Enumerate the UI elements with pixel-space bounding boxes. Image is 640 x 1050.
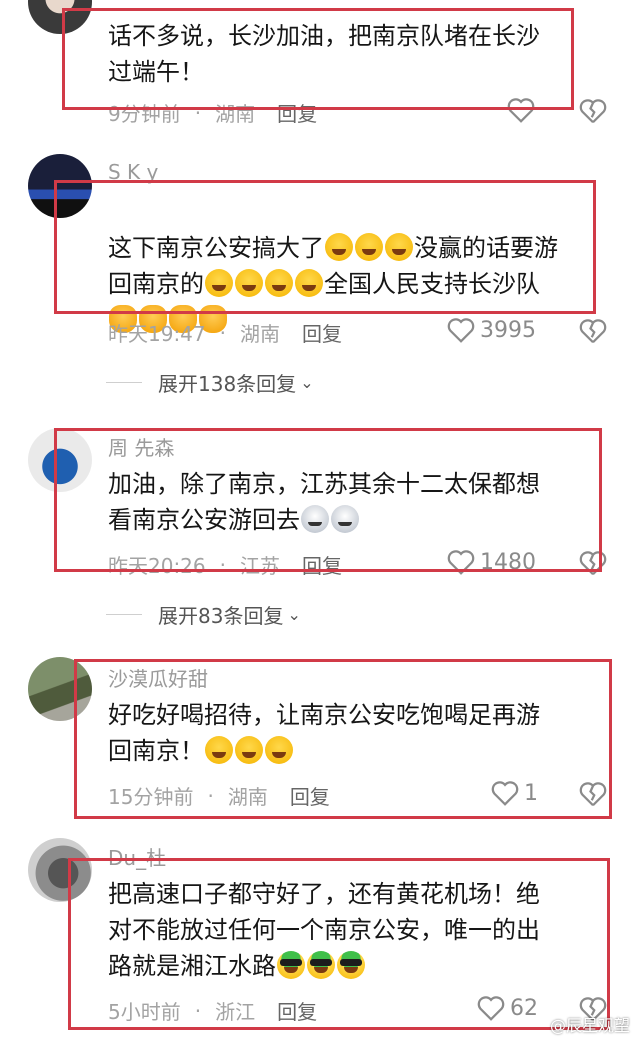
comment-text-part: 这下南京公安搞大了 <box>108 234 324 262</box>
like-count: 1480 <box>480 549 536 575</box>
like-count: 3995 <box>480 317 536 343</box>
comment-time: 5小时前 <box>108 1000 181 1024</box>
yawn-emoji-icon <box>385 233 413 261</box>
comment-meta: 5小时前 · 浙江 回复 <box>108 996 317 1025</box>
comment-meta: 昨天19:47 · 湖南 回复 <box>108 318 342 347</box>
comment-text: 好吃好喝招待，让南京公安吃饱喝足再游 回南京！ <box>108 697 608 769</box>
like-button[interactable]: 1 <box>490 779 538 807</box>
like-button[interactable] <box>506 96 540 124</box>
comment-text-part: 全国人民支持长沙队 <box>324 270 540 298</box>
reply-button[interactable]: 回复 <box>302 318 342 347</box>
comment-region: 浙江 <box>215 1000 256 1024</box>
broken-heart-icon[interactable] <box>578 779 608 809</box>
comment-region: 湖南 <box>227 785 268 809</box>
comment-text: 话不多说，长沙加油，把南京队堵在长沙 过端午！ <box>108 22 540 86</box>
cool-emoji-icon <box>337 951 365 979</box>
comment-3: 周 先森 加油，除了南京，江苏其余十二太保都想 看南京公安游回去 昨天20:26… <box>0 420 640 650</box>
avatar[interactable] <box>28 0 92 34</box>
meta-separator: · <box>194 100 202 125</box>
like-button[interactable]: 62 <box>476 994 538 1022</box>
reply-button[interactable]: 回复 <box>277 996 317 1025</box>
broken-heart-icon[interactable] <box>578 316 608 346</box>
comment-meta: 15分钟前 · 湖南 回复 <box>108 781 330 810</box>
comment-time: 15分钟前 <box>108 785 194 809</box>
comment-region: 湖南 <box>240 322 280 346</box>
comment-username[interactable]: Du_杜 <box>108 842 166 871</box>
avatar[interactable] <box>28 657 92 721</box>
heart-outline-icon <box>507 98 535 123</box>
comment-username[interactable]: 沙漠瓜好甜 <box>108 663 208 692</box>
sweat-smile-emoji-icon <box>205 269 233 297</box>
like-count: 62 <box>510 995 538 1021</box>
comment-meta: 昨天20:26 · 江苏 回复 <box>108 550 342 579</box>
comment-username[interactable]: S K y <box>108 160 158 184</box>
heart-outline-icon <box>447 550 475 575</box>
expand-replies-label: 展开83条回复 <box>158 604 284 628</box>
comment-region: 湖南 <box>215 102 256 126</box>
meta-separator: · <box>207 783 214 808</box>
comment-5: Du_杜 把高速口子都守好了，还有黄花机场！绝 对不能放过任何一个南京公安，唯一… <box>0 838 640 1050</box>
comment-time: 9分钟前 <box>108 102 181 126</box>
dog-emoji-icon <box>301 505 329 533</box>
comment-username[interactable]: 周 先森 <box>108 432 174 461</box>
divider <box>106 614 142 615</box>
cool-emoji-icon <box>277 951 305 979</box>
avatar[interactable] <box>28 838 92 902</box>
expand-replies-button[interactable]: 展开138条回复 ⌄ <box>106 368 314 397</box>
meta-separator: · <box>219 552 226 577</box>
broken-heart-icon[interactable] <box>578 548 608 578</box>
grin-emoji-icon <box>265 736 293 764</box>
comment-4: 沙漠瓜好甜 好吃好喝招待，让南京公安吃饱喝足再游 回南京！ 15分钟前 · 湖南… <box>0 655 640 825</box>
comment-1: 话不多说，长沙加油，把南京队堵在长沙 过端午！ 9分钟前 · 湖南 回复 <box>0 0 640 140</box>
comment-text: 加油，除了南京，江苏其余十二太保都想 看南京公安游回去 <box>108 466 608 538</box>
divider <box>106 382 142 383</box>
comment-text: 把高速口子都守好了，还有黄花机场！绝 对不能放过任何一个南京公安，唯一的出 路就… <box>108 876 608 984</box>
grin-emoji-icon <box>235 736 263 764</box>
meta-separator: · <box>194 998 202 1023</box>
comment-region: 江苏 <box>240 554 280 578</box>
meta-separator: · <box>219 320 226 345</box>
sweat-smile-emoji-icon <box>295 269 323 297</box>
comment-meta: 9分钟前 · 湖南 回复 <box>108 98 317 127</box>
grin-emoji-icon <box>205 736 233 764</box>
sweat-smile-emoji-icon <box>235 269 263 297</box>
comment-time: 昨天20:26 <box>108 554 206 578</box>
like-button[interactable]: 3995 <box>446 316 536 344</box>
reply-button[interactable]: 回复 <box>290 781 330 810</box>
heart-outline-icon <box>447 318 475 343</box>
expand-replies-label: 展开138条回复 <box>158 372 297 396</box>
avatar[interactable] <box>28 428 92 492</box>
dog-emoji-icon <box>331 505 359 533</box>
watermark: @辰星观望 <box>549 1016 630 1035</box>
like-button[interactable]: 1480 <box>446 548 536 576</box>
yawn-emoji-icon <box>325 233 353 261</box>
chevron-down-icon: ⌄ <box>300 373 314 392</box>
reply-button[interactable]: 回复 <box>302 550 342 579</box>
avatar[interactable] <box>28 154 92 218</box>
comment-text-part: 好吃好喝招待，让南京公安吃饱喝足再游 回南京！ <box>108 701 540 765</box>
chevron-down-icon: ⌄ <box>287 605 301 624</box>
heart-outline-icon <box>491 781 519 806</box>
expand-replies-button[interactable]: 展开83条回复 ⌄ <box>106 600 301 629</box>
comment-2: S K y 这下南京公安搞大了 没赢的话要游 回南京的 全国人民支持长沙队 昨天19… <box>0 150 640 400</box>
heart-outline-icon <box>477 996 505 1021</box>
comment-time: 昨天19:47 <box>108 322 206 346</box>
sweat-smile-emoji-icon <box>265 269 293 297</box>
broken-heart-icon[interactable] <box>578 96 608 126</box>
reply-button[interactable]: 回复 <box>277 98 317 127</box>
cool-emoji-icon <box>307 951 335 979</box>
like-count: 1 <box>524 780 538 806</box>
yawn-emoji-icon <box>355 233 383 261</box>
